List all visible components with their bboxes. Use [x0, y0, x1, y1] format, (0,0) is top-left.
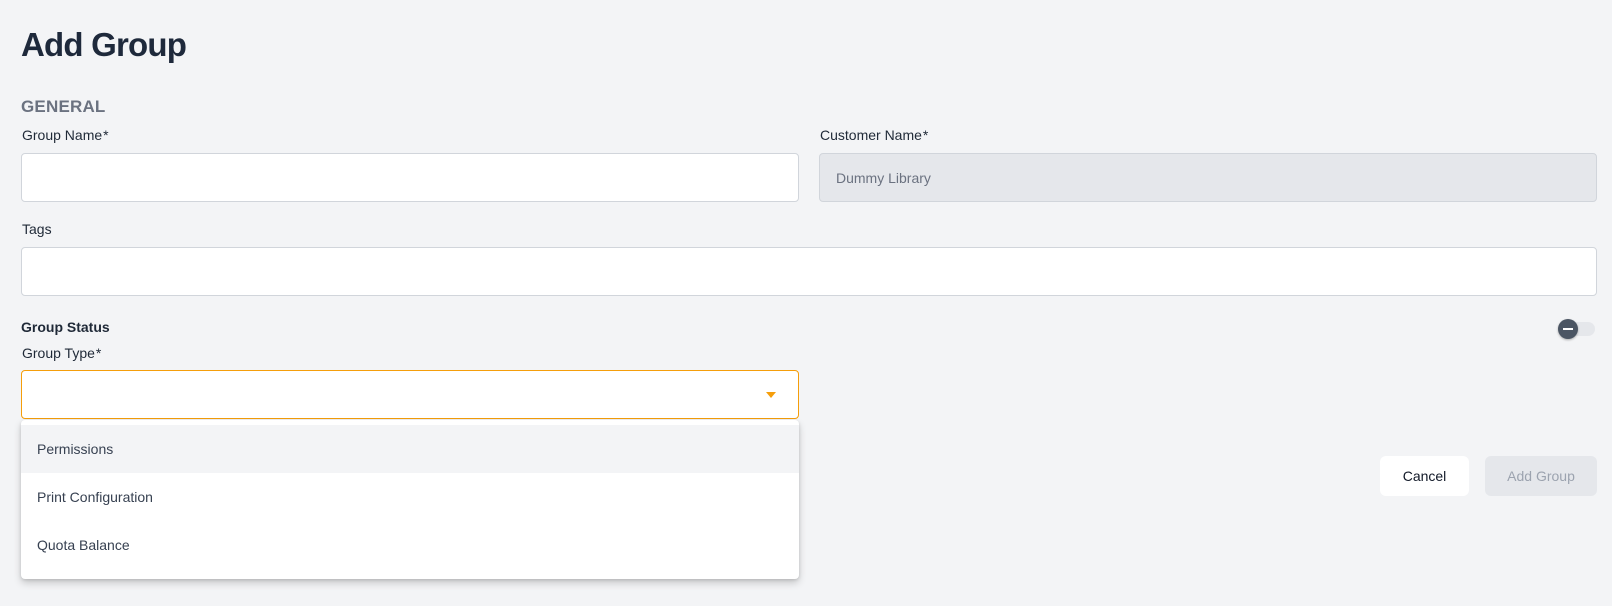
- group-name-input[interactable]: [21, 153, 799, 202]
- required-mark: *: [103, 127, 109, 143]
- cancel-button[interactable]: Cancel: [1380, 456, 1469, 496]
- group-name-label-text: Group Name: [22, 127, 103, 143]
- tags-label: Tags: [22, 221, 52, 237]
- page-title: Add Group: [21, 26, 187, 63]
- toggle-knob: [1558, 319, 1578, 339]
- customer-name-label-text: Customer Name: [820, 127, 922, 143]
- section-heading-general: GENERAL: [21, 97, 106, 116]
- add-group-button[interactable]: Add Group: [1485, 456, 1597, 496]
- group-type-label: Group Type*: [22, 345, 101, 361]
- group-name-label: Group Name*: [22, 127, 109, 143]
- option-quota-balance[interactable]: Quota Balance: [21, 521, 799, 569]
- option-print-configuration[interactable]: Print Configuration: [21, 473, 799, 521]
- group-status-toggle[interactable]: [1558, 319, 1595, 339]
- group-type-label-text: Group Type: [22, 345, 95, 361]
- option-permissions[interactable]: Permissions: [21, 425, 799, 473]
- group-status-label: Group Status: [21, 319, 110, 335]
- group-type-select[interactable]: [21, 370, 799, 419]
- customer-name-label: Customer Name*: [820, 127, 928, 143]
- minus-icon: [1563, 328, 1573, 330]
- customer-name-input: [819, 153, 1597, 202]
- add-group-page: Add Group GENERAL Group Name* Customer N…: [0, 0, 1612, 606]
- required-mark: *: [922, 127, 929, 143]
- group-type-dropdown: Permissions Print Configuration Quota Ba…: [21, 420, 799, 579]
- tags-input[interactable]: [21, 247, 1597, 296]
- caret-down-icon: [766, 391, 776, 398]
- required-mark: *: [95, 345, 102, 361]
